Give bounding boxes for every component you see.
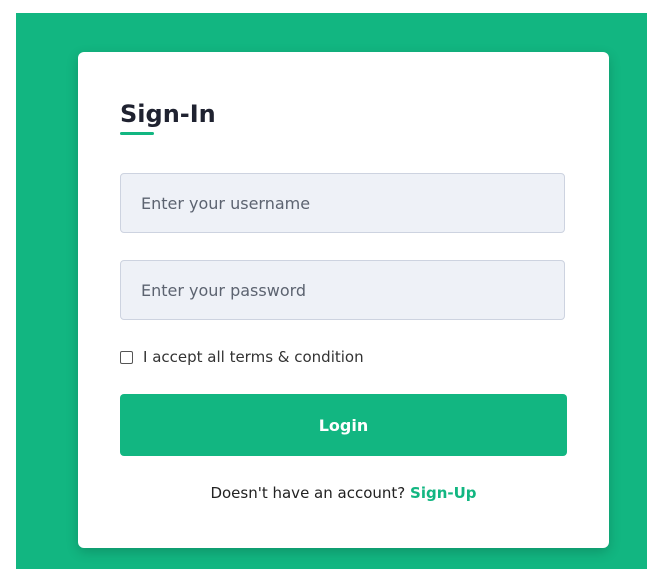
- signup-row: Doesn't have an account? Sign-Up: [120, 484, 567, 502]
- page-title: Sign-In: [120, 100, 216, 128]
- username-input[interactable]: [120, 173, 565, 233]
- login-button[interactable]: Login: [120, 394, 567, 456]
- title-underline: [120, 132, 154, 135]
- terms-label: I accept all terms & condition: [143, 348, 364, 366]
- signup-prompt: Doesn't have an account?: [210, 484, 406, 502]
- password-input[interactable]: [120, 260, 565, 320]
- terms-checkbox[interactable]: [120, 350, 133, 364]
- terms-row: I accept all terms & condition: [120, 348, 364, 366]
- signin-card: Sign-In I accept all terms & condition L…: [78, 52, 609, 548]
- signup-link[interactable]: Sign-Up: [410, 484, 477, 502]
